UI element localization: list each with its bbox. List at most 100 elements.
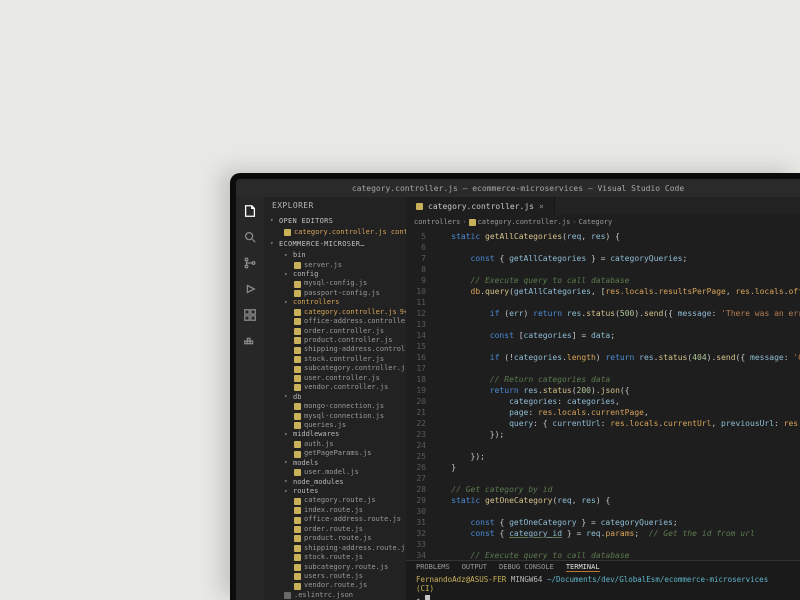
js-file-icon xyxy=(294,554,301,561)
file-item[interactable]: index.route.js xyxy=(272,506,406,515)
file-item[interactable]: user.model.js xyxy=(272,468,406,477)
editor-tab[interactable]: category.controller.js × xyxy=(406,197,555,215)
file-item[interactable]: subcategory.controller.js xyxy=(272,364,406,373)
chevron-down-icon: ▾ xyxy=(284,252,290,260)
file-item[interactable]: category.route.js xyxy=(272,496,406,505)
js-file-icon xyxy=(294,328,301,335)
js-file-icon xyxy=(294,573,301,580)
folder-item[interactable]: ▾controllers xyxy=(272,298,406,307)
project-header[interactable]: ▾ ECOMMERCE-MICROSER… xyxy=(264,238,406,251)
git-icon[interactable] xyxy=(242,255,258,271)
panel-tab-debug-console[interactable]: DEBUG CONSOLE xyxy=(499,563,554,572)
file-item[interactable]: mongo-connection.js xyxy=(272,402,406,411)
file-item[interactable]: stock.controller.js xyxy=(272,355,406,364)
js-file-icon xyxy=(294,375,301,382)
js-file-icon xyxy=(294,281,301,288)
chevron-down-icon: ▾ xyxy=(284,299,290,307)
editor-tabbar: category.controller.js × xyxy=(406,197,800,215)
file-item[interactable]: order.controller.js xyxy=(272,327,406,336)
js-file-icon xyxy=(469,219,476,226)
chevron-down-icon: ▾ xyxy=(284,271,290,279)
chevron-down-icon: ▾ xyxy=(270,217,276,225)
file-item[interactable]: vendor.controller.js xyxy=(272,383,406,392)
folder-item[interactable]: ▾node_modules xyxy=(272,478,406,487)
chevron-down-icon: ▾ xyxy=(284,393,290,401)
file-item[interactable]: subcategory.route.js xyxy=(272,563,406,572)
panel-tabs: PROBLEMS OUTPUT DEBUG CONSOLE TERMINAL xyxy=(406,561,800,574)
js-file-icon xyxy=(294,318,301,325)
panel-tab-output[interactable]: OUTPUT xyxy=(462,563,487,572)
search-icon[interactable] xyxy=(242,229,258,245)
js-file-icon xyxy=(294,347,301,354)
file-item[interactable]: office-address.route.js xyxy=(272,515,406,524)
js-file-icon xyxy=(294,545,301,552)
file-item[interactable]: passport-config.js xyxy=(272,289,406,298)
file-item[interactable]: office-address.controller.js xyxy=(272,317,406,326)
code-lines[interactable]: static getAllCategories(req, res) { cons… xyxy=(430,229,800,560)
file-item[interactable]: server.js xyxy=(272,261,406,270)
js-file-icon xyxy=(294,469,301,476)
terminal-prompt[interactable]: $ xyxy=(406,594,800,600)
breadcrumb[interactable]: controllers › category.controller.js › C… xyxy=(406,215,800,229)
js-file-icon xyxy=(294,535,301,542)
breadcrumb-segment[interactable]: Category xyxy=(579,218,613,226)
file-item[interactable]: users.route.js xyxy=(272,572,406,581)
line-number-gutter: 5678910111213141516171819202122232425262… xyxy=(406,229,430,560)
file-item[interactable]: shipping-address.route.js xyxy=(272,544,406,553)
file-item[interactable]: mysql-config.js xyxy=(272,279,406,288)
folder-item[interactable]: ▾config xyxy=(272,270,406,279)
js-file-icon xyxy=(294,422,301,429)
extensions-icon[interactable] xyxy=(242,307,258,323)
open-editors-header[interactable]: ▾ OPEN EDITORS xyxy=(264,215,406,228)
window-title: category.controller.js – ecommerce-micro… xyxy=(352,184,684,193)
file-item[interactable]: category.controller.js 9+ xyxy=(272,308,406,317)
code-editor[interactable]: 5678910111213141516171819202122232425262… xyxy=(406,229,800,560)
docker-icon[interactable] xyxy=(242,333,258,349)
explorer-sidebar: EXPLORER ▾ OPEN EDITORS category.control… xyxy=(264,197,406,600)
window-titlebar: category.controller.js – ecommerce-micro… xyxy=(236,179,800,197)
js-file-icon xyxy=(294,309,301,316)
open-editor-item[interactable]: category.controller.js controllers 9+ xyxy=(272,228,406,237)
file-item[interactable]: stock.route.js xyxy=(272,553,406,562)
chevron-down-icon: ▾ xyxy=(284,478,290,486)
js-file-icon xyxy=(416,203,423,210)
js-file-icon xyxy=(294,337,301,344)
js-file-icon xyxy=(294,583,301,590)
debug-icon[interactable] xyxy=(242,281,258,297)
bottom-panel: PROBLEMS OUTPUT DEBUG CONSOLE TERMINAL Fern… xyxy=(406,560,800,600)
folder-item[interactable]: ▾bin xyxy=(272,251,406,260)
file-item[interactable]: vendor.route.js xyxy=(272,581,406,590)
chevron-right-icon: › xyxy=(572,218,576,226)
file-item[interactable]: user.controller.js xyxy=(272,374,406,383)
js-file-icon xyxy=(284,229,291,236)
chevron-down-icon: ▾ xyxy=(270,240,276,248)
file-item[interactable]: auth.js xyxy=(272,440,406,449)
close-icon[interactable]: × xyxy=(539,202,544,211)
js-file-icon xyxy=(294,366,301,373)
file-item[interactable]: shipping-address.controller.js xyxy=(272,345,406,354)
file-item[interactable]: mysql-connection.js xyxy=(272,412,406,421)
monitor-frame: category.controller.js – ecommerce-micro… xyxy=(230,173,800,600)
files-icon[interactable] xyxy=(242,203,258,219)
terminal-line[interactable]: FernandoAdz@ASUS-FER MINGW64 ~/Documents… xyxy=(406,574,800,594)
file-item[interactable]: order.route.js xyxy=(272,525,406,534)
breadcrumb-segment[interactable]: controllers xyxy=(414,218,460,226)
file-item[interactable]: queries.js xyxy=(272,421,406,430)
js-file-icon xyxy=(294,507,301,514)
js-file-icon xyxy=(294,441,301,448)
panel-tab-terminal[interactable]: TERMINAL xyxy=(566,563,600,572)
folder-item[interactable]: ▾middlewares xyxy=(272,430,406,439)
js-file-icon xyxy=(294,451,301,458)
file-item[interactable]: product.route.js xyxy=(272,534,406,543)
js-file-icon xyxy=(294,384,301,391)
js-file-icon xyxy=(294,413,301,420)
breadcrumb-segment[interactable]: category.controller.js xyxy=(478,218,571,226)
panel-tab-problems[interactable]: PROBLEMS xyxy=(416,563,450,572)
file-item[interactable]: getPageParams.js xyxy=(272,449,406,458)
file-item[interactable]: product.controller.js xyxy=(272,336,406,345)
folder-item[interactable]: ▾routes xyxy=(272,487,406,496)
folder-item[interactable]: ▾db xyxy=(272,393,406,402)
folder-item[interactable]: ▾models xyxy=(272,459,406,468)
file-item[interactable]: .eslintrc.json xyxy=(272,591,406,600)
js-file-icon xyxy=(294,517,301,524)
